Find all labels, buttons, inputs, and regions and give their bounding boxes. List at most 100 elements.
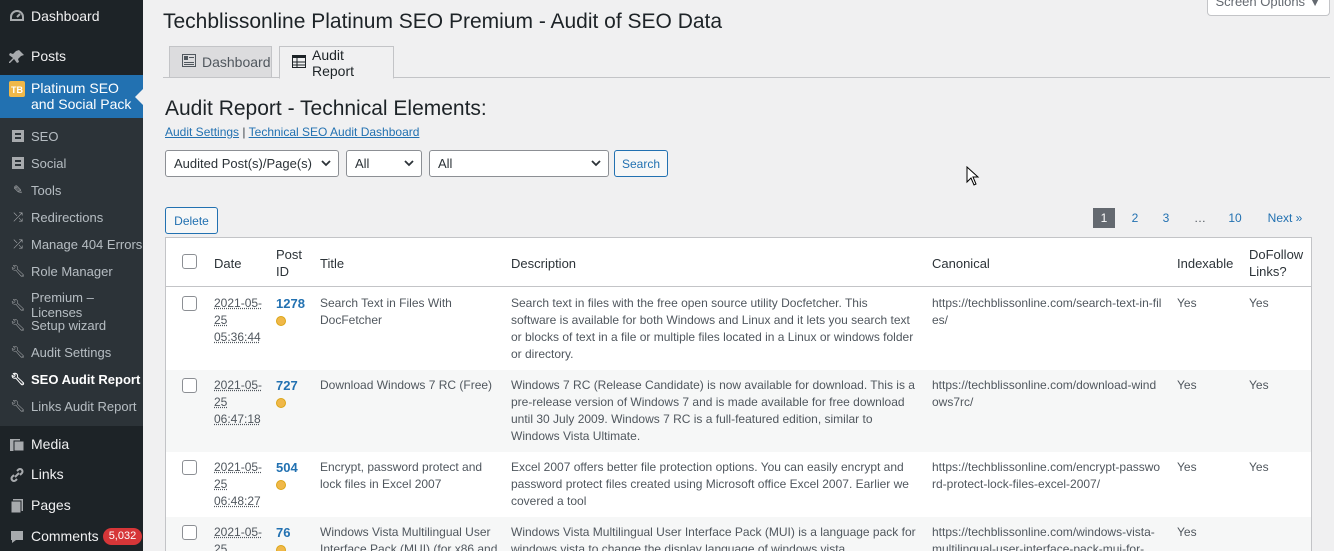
page-3[interactable]: 3 [1155, 208, 1177, 228]
menu-platinum-seo[interactable]: TB Platinum SEO and Social Pack [0, 75, 143, 118]
menu-label: Media [31, 436, 70, 452]
comments-count-badge: 5,032 [102, 528, 143, 545]
submenu-label: Links Audit Report [31, 398, 137, 414]
menu-dashboard[interactable]: Dashboard [0, 8, 143, 28]
menu-comments[interactable]: Comments 5,032 [0, 528, 143, 548]
col-title[interactable]: Title [320, 255, 344, 272]
table-header: Date Post ID Title Description Canonical… [166, 238, 1311, 287]
chevron-down-icon [403, 157, 415, 172]
menu-label: Links [31, 466, 64, 482]
audit-settings-link[interactable]: Audit Settings [165, 125, 239, 139]
audit-table: Date Post ID Title Description Canonical… [165, 237, 1312, 551]
wrench-icon: 🔧︎ [10, 298, 26, 312]
admin-sidebar: Dashboard Posts TB Platinum SEO and Soci… [0, 0, 143, 551]
shuffle-icon: ⤮ [13, 209, 23, 224]
menu-media[interactable]: Media [0, 436, 143, 456]
pencil-icon: ✎ [12, 183, 24, 197]
row-checkbox[interactable] [182, 525, 197, 540]
col-post-id[interactable]: Post ID [276, 246, 306, 280]
technical-seo-dashboard-link[interactable]: Technical SEO Audit Dashboard [249, 125, 420, 139]
row-date: 2021-05-25 06:48:27 [214, 460, 263, 508]
table-row: 2021-05-25 05:36:44 1278 Search Text in … [166, 288, 1311, 370]
row-title: Encrypt, password protect and lock files… [320, 460, 483, 491]
page-10[interactable]: 10 [1223, 208, 1247, 228]
dashboard-tab-icon [182, 54, 196, 70]
row-checkbox[interactable] [182, 296, 197, 311]
select-all-checkbox[interactable] [182, 254, 197, 269]
post-id-link[interactable]: 76 [276, 525, 290, 540]
link-icon [8, 466, 26, 484]
row-title: Search Text in Files With DocFetcher [320, 296, 452, 327]
menu-pages[interactable]: Pages [0, 497, 143, 517]
row-canonical: https://techblissonline.com/windows-vist… [932, 525, 1155, 551]
submenu-label: SEO [31, 128, 59, 144]
comment-icon [8, 528, 26, 546]
status-dot-icon [276, 545, 286, 551]
row-description: Windows 7 RC (Release Candidate) is now … [511, 378, 915, 443]
submenu-item-tools[interactable]: ✎ Tools [0, 182, 143, 198]
submenu-label: Audit Settings [31, 344, 112, 360]
post-id-link[interactable]: 727 [276, 378, 298, 393]
submenu-item-role-manager[interactable]: 🔧︎ Role Manager [0, 263, 143, 279]
menu-posts[interactable]: Posts [0, 48, 143, 68]
pagination: 1 2 3 … 10 Next » [1093, 208, 1323, 228]
submenu-item-links-audit-report[interactable]: 🔧︎ Links Audit Report [0, 398, 143, 414]
submenu-item-social[interactable]: Social [0, 155, 143, 171]
post-type-select[interactable]: Audited Post(s)/Page(s) [165, 150, 339, 177]
menu-label: Platinum SEO and Social Pack [31, 80, 132, 112]
submenu-item-licenses[interactable]: 🔧︎ Premium – Licenses [0, 290, 143, 320]
row-indexable: Yes [1177, 460, 1197, 474]
row-date: 2021-05-25 06:47:18 [214, 378, 263, 426]
row-checkbox[interactable] [182, 460, 197, 475]
select-value: All [355, 156, 370, 171]
screen-options-button[interactable]: Screen Options ▼ [1207, 0, 1330, 16]
tab-audit-report[interactable]: Audit Report [279, 46, 394, 79]
wrench-icon: 🔧︎ [10, 399, 26, 413]
media-icon [8, 436, 26, 454]
page-1[interactable]: 1 [1093, 208, 1115, 228]
col-canonical[interactable]: Canonical [932, 255, 990, 272]
breadcrumb-links: Audit Settings | Technical SEO Audit Das… [165, 125, 419, 139]
menu-links[interactable]: Links [0, 466, 143, 486]
post-id-link[interactable]: 1278 [276, 296, 305, 311]
submenu-item-seo[interactable]: SEO [0, 128, 143, 144]
menu-label: Dashboard [31, 8, 100, 24]
svg-text:TB: TB [11, 85, 23, 95]
submenu-item-audit-settings[interactable]: 🔧︎ Audit Settings [0, 344, 143, 360]
col-indexable[interactable]: Indexable [1177, 255, 1233, 272]
submenu-label: Social [31, 155, 67, 171]
link-separator: | [242, 125, 246, 139]
row-canonical: https://techblissonline.com/download-win… [932, 378, 1157, 409]
submenu-item-redirections[interactable]: ⤮ Redirections [0, 209, 143, 225]
status-dot-icon [276, 480, 286, 490]
row-checkbox[interactable] [182, 378, 197, 393]
row-canonical: https://techblissonline.com/encrypt-pass… [932, 460, 1161, 491]
row-description: Search text in files with the free open … [511, 296, 914, 361]
table-row: 2021-05-25 06:48:27 504 Encrypt, passwor… [166, 452, 1311, 517]
post-id-link[interactable]: 504 [276, 460, 298, 475]
submenu-label: Role Manager [31, 263, 113, 279]
page-2[interactable]: 2 [1115, 208, 1155, 228]
menu-label: Pages [31, 497, 71, 513]
submenu-item-404[interactable]: ⤮ Manage 404 Errors [0, 236, 143, 252]
row-post-id-cell: 1278 [276, 295, 316, 326]
wrench-icon: 🔧︎ [10, 345, 26, 359]
col-dofollow[interactable]: DoFollow Links? [1249, 246, 1309, 280]
submenu-item-setup-wizard[interactable]: 🔧︎ Setup wizard [0, 317, 143, 333]
tab-dashboard[interactable]: Dashboard [169, 46, 272, 78]
row-date: 2021-05-25 [214, 525, 263, 551]
delete-button[interactable]: Delete [165, 207, 218, 234]
dashboard-icon [8, 8, 26, 26]
submenu-item-seo-audit-report[interactable]: 🔧︎ SEO Audit Report [0, 371, 143, 387]
col-description[interactable]: Description [511, 255, 576, 272]
next-page-link[interactable]: Next » [1247, 208, 1323, 228]
menu-label: Comments [31, 528, 99, 544]
row-dofollow: Yes [1249, 296, 1269, 310]
wrench-icon: 🔧︎ [10, 264, 26, 278]
search-button[interactable]: Search [614, 150, 668, 177]
submenu-label: Premium – Licenses [31, 290, 94, 320]
row-post-id-cell: 76 [276, 524, 316, 551]
col-date[interactable]: Date [214, 255, 241, 272]
filter-select-1[interactable]: All [346, 150, 422, 177]
filter-select-2[interactable]: All [429, 150, 609, 177]
